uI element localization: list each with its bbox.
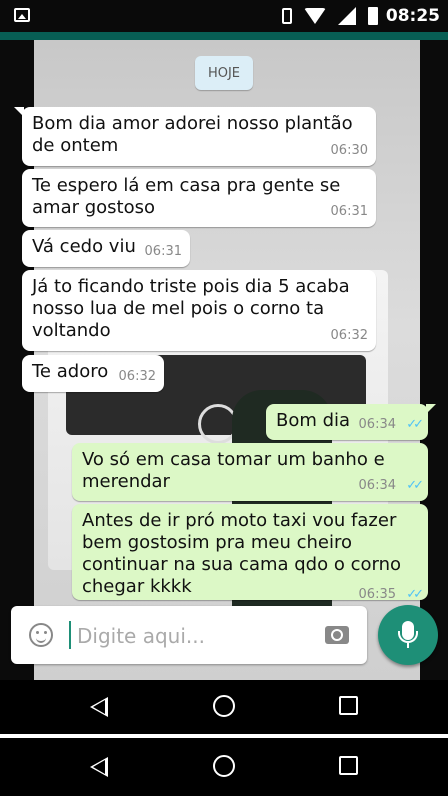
read-ticks-icon: ✓✓ — [406, 587, 424, 600]
read-ticks-icon: ✓✓ — [406, 417, 424, 432]
mic-icon — [398, 621, 418, 648]
emoji-icon[interactable] — [29, 623, 53, 647]
message-time: 06:31 — [144, 244, 182, 259]
navigation-bar — [0, 740, 448, 796]
text-cursor — [69, 621, 71, 649]
vibrate-icon — [282, 8, 292, 24]
recents-icon[interactable] — [339, 756, 358, 775]
message-time: 06:35 — [358, 587, 396, 600]
message-input[interactable] — [75, 620, 309, 652]
message-text: Antes de ir pró moto taxi vou fazer bem … — [82, 510, 401, 597]
message-incoming[interactable]: Te espero lá em casa pra gente se amar g… — [22, 169, 376, 227]
read-ticks-icon: ✓✓ — [406, 478, 424, 493]
message-text: Já to ficando triste pois dia 5 acaba no… — [32, 276, 350, 341]
message-time: 06:31 — [330, 204, 368, 219]
back-icon[interactable] — [90, 757, 108, 777]
message-outgoing[interactable]: Antes de ir pró moto taxi vou fazer bem … — [72, 504, 428, 600]
signal-icon — [338, 7, 356, 25]
message-text: Vá cedo viu — [32, 236, 136, 257]
recents-icon[interactable] — [339, 696, 358, 715]
message-outgoing[interactable]: Bom dia 06:34 ✓✓ — [266, 404, 436, 440]
mic-button[interactable] — [378, 605, 438, 665]
message-time: 06:34 — [358, 417, 396, 432]
battery-icon — [368, 7, 378, 25]
status-time: 08:25 — [385, 6, 440, 26]
message-time: 06:32 — [330, 328, 368, 343]
message-time: 06:32 — [118, 369, 156, 384]
status-bar: 08:25 — [0, 0, 448, 32]
message-time: 06:30 — [330, 143, 368, 158]
home-icon[interactable] — [213, 755, 235, 777]
message-text: Te adoro — [32, 361, 109, 382]
chat-header-edge — [0, 32, 448, 40]
message-text: Bom dia — [276, 410, 351, 431]
back-icon[interactable] — [90, 697, 108, 717]
message-incoming[interactable]: Bom dia amor adorei nosso plantão de ont… — [14, 107, 376, 166]
message-text: Te espero lá em casa pra gente se amar g… — [32, 175, 341, 218]
message-composer — [11, 606, 367, 664]
home-icon[interactable] — [213, 695, 235, 717]
navigation-bar — [0, 680, 448, 736]
message-incoming[interactable]: Te adoro 06:32 — [22, 355, 164, 392]
camera-icon[interactable] — [325, 626, 349, 644]
message-text: Bom dia amor adorei nosso plantão de ont… — [32, 113, 353, 156]
message-incoming[interactable]: Vá cedo viu 06:31 — [22, 230, 190, 267]
wifi-icon — [304, 8, 326, 24]
date-separator: HOJE — [195, 56, 253, 90]
message-time: 06:34 — [358, 478, 396, 493]
gallery-icon — [14, 8, 30, 22]
message-outgoing[interactable]: Vo só em casa tomar um banho e merendar … — [72, 443, 428, 501]
message-text: Vo só em casa tomar um banho e merendar — [82, 449, 385, 492]
message-incoming[interactable]: Já to ficando triste pois dia 5 acaba no… — [22, 270, 376, 351]
